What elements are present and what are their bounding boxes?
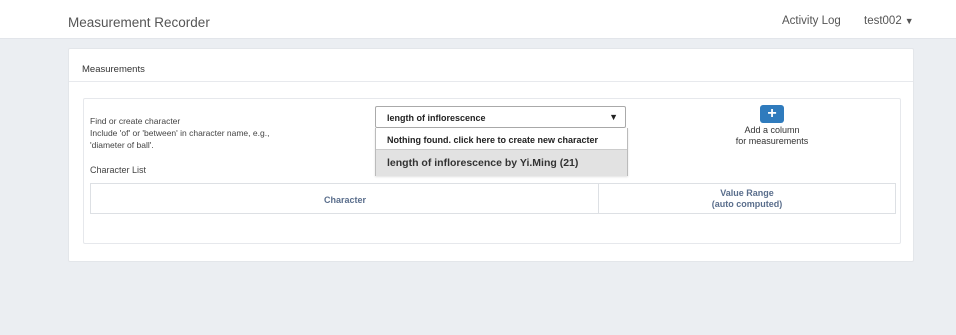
add-column-label-line-2: for measurements bbox=[735, 136, 809, 146]
character-dropdown-menu: Nothing found. click here to create new … bbox=[375, 128, 628, 176]
column-header-character-label: Character bbox=[323, 195, 367, 205]
top-navbar: Measurement Recorder Activity Log test00… bbox=[0, 0, 956, 39]
measurements-panel: Measurements Find or create character In… bbox=[68, 48, 914, 262]
help-line-3: 'diameter of ball'. bbox=[90, 140, 154, 150]
panel-header: Measurements bbox=[69, 49, 913, 82]
character-list-label: Character List bbox=[90, 165, 147, 175]
caret-down-icon: ▼ bbox=[904, 16, 914, 26]
column-header-character[interactable]: Character bbox=[91, 184, 599, 213]
value-range-line-1: Value Range bbox=[720, 188, 774, 198]
column-header-value-range-label: Value Range (auto computed) bbox=[599, 188, 895, 210]
value-range-line-2: (auto computed) bbox=[711, 199, 783, 209]
activity-log-link[interactable]: Activity Log bbox=[782, 15, 841, 27]
user-name: test002 bbox=[864, 15, 902, 27]
character-select[interactable]: length of inflorescence ▼ bbox=[375, 106, 626, 128]
character-table: Character Value Range (auto computed) bbox=[90, 183, 896, 214]
create-new-character-option[interactable]: Nothing found. click here to create new … bbox=[387, 135, 598, 145]
character-help-text: Find or create character Include 'of' or… bbox=[90, 115, 269, 151]
character-select-value: length of inflorescence bbox=[387, 113, 486, 123]
user-menu[interactable]: test002 ▼ bbox=[864, 15, 914, 27]
matching-character-label: length of inflorescence by Yi.Ming (21) bbox=[387, 157, 579, 169]
dropdown-arrow-icon[interactable]: ▼ bbox=[609, 112, 618, 122]
column-header-value-range[interactable]: Value Range (auto computed) bbox=[599, 184, 895, 213]
add-column-button[interactable]: + bbox=[760, 105, 784, 123]
measurements-body: Find or create character Include 'of' or… bbox=[83, 98, 901, 244]
plus-icon: + bbox=[767, 105, 777, 122]
add-column-label: Add a column for measurements bbox=[702, 125, 842, 147]
help-line-2: Include 'of' or 'between' in character n… bbox=[90, 128, 270, 138]
add-column-label-line-1: Add a column bbox=[744, 125, 800, 135]
help-line-1: Find or create character bbox=[90, 116, 181, 126]
panel-title: Measurements bbox=[82, 64, 145, 75]
app-title[interactable]: Measurement Recorder bbox=[68, 15, 210, 30]
matching-character-option[interactable]: length of inflorescence by Yi.Ming (21) bbox=[376, 150, 627, 176]
